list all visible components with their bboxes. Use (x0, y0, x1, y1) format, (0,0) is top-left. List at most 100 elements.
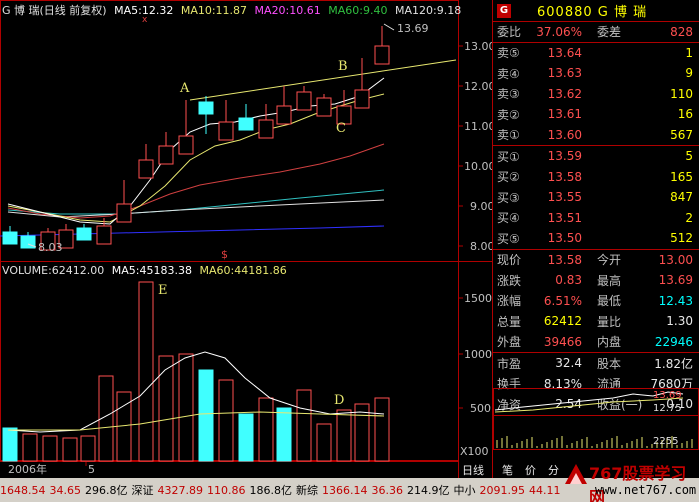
candle (96, 225, 112, 245)
volume-bar (138, 281, 154, 462)
annotation-b: B (338, 59, 348, 74)
weibi-row: 委比 37.06% 委差 828 (493, 22, 699, 43)
price-tick-10: 10.00 (464, 160, 492, 173)
sell-row-5[interactable]: 卖① 13.60 567 (493, 125, 699, 146)
quote-block: 现价 13.58 今开 13.00 涨跌 0.83 最高 13.69 涨幅 6.51% 最低 12… (493, 250, 699, 353)
sell-row-2[interactable]: 卖④ 13.63 9 (493, 63, 699, 84)
stock-code-title: 600880 G 博 瑞 (537, 5, 648, 20)
buy-row-4[interactable]: 买④ 13.51 2 (493, 208, 699, 229)
sell-row-4[interactable]: 卖② 13.61 16 (493, 104, 699, 125)
vol-ma5-line (7, 351, 385, 433)
ma5-label: MA5:12.32 (114, 4, 174, 17)
volume-bar (158, 355, 174, 462)
vol-tick-1000: 1000 (464, 348, 492, 361)
xz-index-change: 36.36 (371, 483, 404, 497)
volume-bar (276, 407, 292, 462)
volume-axis: 1500 1000 500 X100 (458, 292, 492, 458)
buy-row-5[interactable]: 买⑤ 13.50 512 (493, 228, 699, 249)
tab-daily[interactable]: 日线 (456, 462, 490, 478)
ma10-label: MA10:11.87 (180, 4, 248, 17)
ma60-line (7, 189, 385, 215)
kline-chart-area[interactable]: 13.00 12.00 11.00 10.00 9.00 8.00 1500 1… (0, 0, 492, 478)
volume-bar (336, 409, 352, 462)
price-axis: 13.00 12.00 11.00 10.00 9.00 8.00 (458, 40, 492, 253)
candle (276, 105, 292, 125)
sh-index-change: 34.65 (49, 483, 82, 497)
candle (218, 121, 234, 141)
quote-panel: G 600880 G 博 瑞 委比 37.06% 委差 828 卖⑤ 13.64 1… (492, 0, 699, 478)
candle (76, 227, 92, 241)
candle (354, 89, 370, 109)
vol-unit: X100 (460, 445, 489, 458)
candle (258, 119, 274, 139)
g-badge-icon: G (497, 3, 511, 18)
time-month-label: 5 (88, 463, 95, 476)
zx-index-change: 44.11 (529, 483, 561, 497)
site-watermark: 767股票学习网 www.net767.com (559, 458, 697, 502)
candle (374, 45, 390, 65)
vol-ma5-label: MA5:45183.38 (111, 264, 192, 277)
sz-index-amount: 186.8亿 (249, 484, 293, 497)
ma20-label: MA20:10.61 (254, 4, 321, 17)
zx-index-value: 2091.95 (479, 483, 526, 497)
xz-index-value: 1366.14 (322, 483, 368, 497)
volume-bar (22, 433, 38, 462)
price-chart-header: G 博 瑞(日线 前复权) MA5:12.32 MA10:11.87 MA20:… (2, 2, 465, 18)
stock-name-label: G 博 瑞(日线 前复权) (2, 4, 107, 17)
kline-svg[interactable]: 13.00 12.00 11.00 10.00 9.00 8.00 1500 1… (0, 0, 492, 478)
annotation-e: E (158, 283, 168, 298)
buy-row-2[interactable]: 买② 13.58 165 (493, 167, 699, 188)
volume-ma-lines (7, 351, 385, 433)
intraday-mini-chart[interactable]: 13.69 12.75 2255 (493, 388, 699, 450)
vol-tick-1500: 1500 (464, 292, 492, 305)
candle (296, 91, 312, 111)
volume-bar (296, 389, 312, 462)
price-tick-8: 8.00 (470, 240, 492, 253)
sell-row-1[interactable]: 卖⑤ 13.64 1 (493, 43, 699, 64)
candle (178, 135, 194, 155)
price-tick-12: 12.00 (464, 80, 492, 93)
mini-vol: 2255 (653, 436, 678, 447)
price-tick-9: 9.00 (470, 200, 492, 213)
candle (2, 231, 18, 245)
candle (238, 117, 254, 131)
volume-bar (2, 427, 18, 462)
vol-ma60-label: MA60:44181.86 (199, 264, 287, 277)
dollar-marker: $ (221, 248, 228, 261)
annotation-d: D (334, 393, 344, 408)
candle (116, 203, 132, 223)
ma20-line (7, 143, 385, 219)
annotation-c: C (336, 121, 346, 136)
watermark-logo-icon (565, 464, 587, 484)
volume-bar (218, 379, 234, 462)
high-price-mark: 13.69 (397, 22, 429, 35)
volume-bar (42, 435, 58, 462)
annotation-a: A (179, 81, 190, 96)
vol-tick-500: 500 (470, 402, 491, 415)
sh-index-value: 1648.54 (0, 483, 46, 497)
sell-orders: 卖⑤ 13.64 1 卖④ 13.63 9 卖③ 13.62 110 卖② 13.61 16 卖① 13.… (493, 43, 699, 146)
time-year-label: 2006年 (8, 462, 47, 476)
buy-orders: 买① 13.59 5 买② 13.58 165 买③ 13.55 847 买④ 13.51 2 买⑤ 13… (493, 146, 699, 250)
buy-row-3[interactable]: 买③ 13.55 847 (493, 187, 699, 208)
sell-row-3[interactable]: 卖③ 13.62 110 (493, 84, 699, 105)
mini-mid: 12.75 (653, 403, 682, 414)
ma120-label: MA120:9.18 (394, 4, 462, 17)
volume-bar (80, 435, 96, 462)
sz-index-change: 110.86 (207, 483, 246, 497)
ma120-line (0, 225, 385, 237)
candle (316, 97, 332, 117)
buy-row-1[interactable]: 买① 13.59 5 (493, 146, 699, 167)
watermark-url: www.net767.com (595, 483, 697, 497)
sz-index-value: 4327.89 (157, 483, 204, 497)
candle (158, 145, 174, 165)
sh-index-amount: 296.8亿 (85, 484, 128, 497)
volume-bar (62, 437, 78, 462)
trend-line-upper (189, 59, 457, 101)
volume-bars (2, 281, 390, 462)
price-tick-13: 13.00 (464, 40, 492, 53)
volume-bar (374, 397, 390, 462)
price-tick-11: 11.00 (464, 120, 492, 133)
xz-index-amount: 214.9亿 (407, 484, 450, 497)
volume-label: VOLUME:62412.00 (2, 264, 105, 277)
